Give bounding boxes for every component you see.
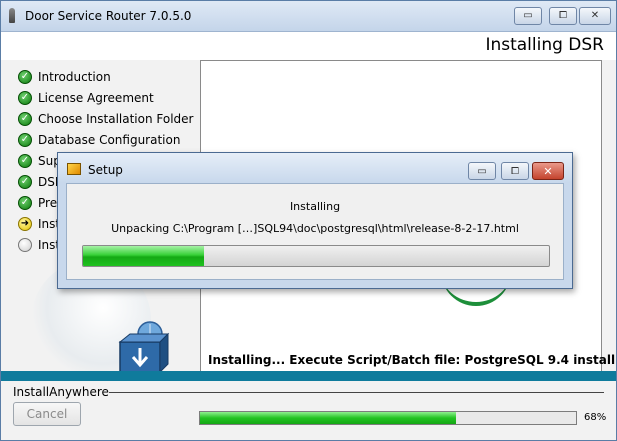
setup-maximize-button[interactable]: ⧠ (501, 162, 529, 180)
setup-title-bar[interactable]: Setup ▭ ⧠ ✕ (58, 153, 572, 183)
step-label: License Agreement (38, 91, 154, 105)
setup-progress-fill (83, 246, 205, 266)
step-pre: ✓ Pre (18, 194, 57, 212)
arrow-circle-icon: ➜ (18, 217, 32, 231)
step-label: Introduction (38, 70, 111, 84)
checkmark-circle-icon: ✓ (18, 133, 32, 147)
cancel-button[interactable]: Cancel (13, 402, 81, 426)
setup-file-path: Unpacking C:\Program […]SQL94\doc\postgr… (111, 222, 519, 235)
step-label: Pre (38, 196, 58, 210)
window-title: Door Service Router 7.0.5.0 (25, 9, 192, 23)
brand-label: InstallAnywhere (13, 385, 109, 399)
setup-heading: Installing (289, 200, 341, 213)
footer: InstallAnywhere Cancel 68% (1, 371, 616, 440)
page-title: Installing DSR (485, 35, 604, 55)
step-label: Choose Installation Folder (38, 112, 194, 126)
checkmark-circle-icon: ✓ (18, 154, 32, 168)
overall-progress-bar (199, 411, 577, 425)
setup-body: Installing Unpacking C:\Program […]SQL94… (66, 183, 564, 280)
step-introduction: ✓ Introduction (18, 68, 111, 86)
title-bar[interactable]: Door Service Router 7.0.5.0 ▭ ⧠ ✕ (1, 1, 616, 32)
close-button[interactable]: ✕ (579, 7, 611, 25)
setup-minimize-button[interactable]: ▭ (468, 162, 496, 180)
minimize-button[interactable]: ▭ (514, 7, 542, 25)
step-choose-installation-folder: ✓ Choose Installation Folder (18, 110, 193, 128)
checkmark-circle-icon: ✓ (18, 112, 32, 126)
checkmark-circle-icon: ✓ (18, 175, 32, 189)
checkmark-circle-icon: ✓ (18, 70, 32, 84)
install-status-text: Installing... Execute Script/Batch file:… (208, 353, 617, 367)
app-icon (9, 8, 15, 23)
step-install-current: ➜ Inst (18, 215, 60, 233)
empty-circle-icon (18, 238, 32, 252)
brand-divider (109, 392, 604, 393)
step-license-agreement: ✓ License Agreement (18, 89, 154, 107)
step-sup: ✓ Sup (18, 152, 61, 170)
step-label: Database Configuration (38, 133, 181, 147)
footer-inner: InstallAnywhere Cancel 68% (1, 381, 616, 440)
setup-dialog: Setup ▭ ⧠ ✕ Installing Unpacking C:\Prog… (57, 152, 573, 289)
header-band: Installing DSR (1, 32, 616, 60)
setup-progress-bar (82, 245, 550, 267)
overall-progress-percent: 68% (584, 412, 607, 423)
maximize-button[interactable]: ⧠ (549, 7, 577, 25)
step-database-configuration: ✓ Database Configuration (18, 131, 180, 149)
setup-dialog-title: Setup (88, 163, 123, 177)
checkmark-circle-icon: ✓ (18, 91, 32, 105)
step-install-complete: Inst (18, 236, 60, 254)
checkmark-circle-icon: ✓ (18, 196, 32, 210)
setup-app-icon (67, 163, 81, 175)
overall-progress-fill (200, 412, 456, 424)
setup-close-button[interactable]: ✕ (532, 162, 564, 180)
